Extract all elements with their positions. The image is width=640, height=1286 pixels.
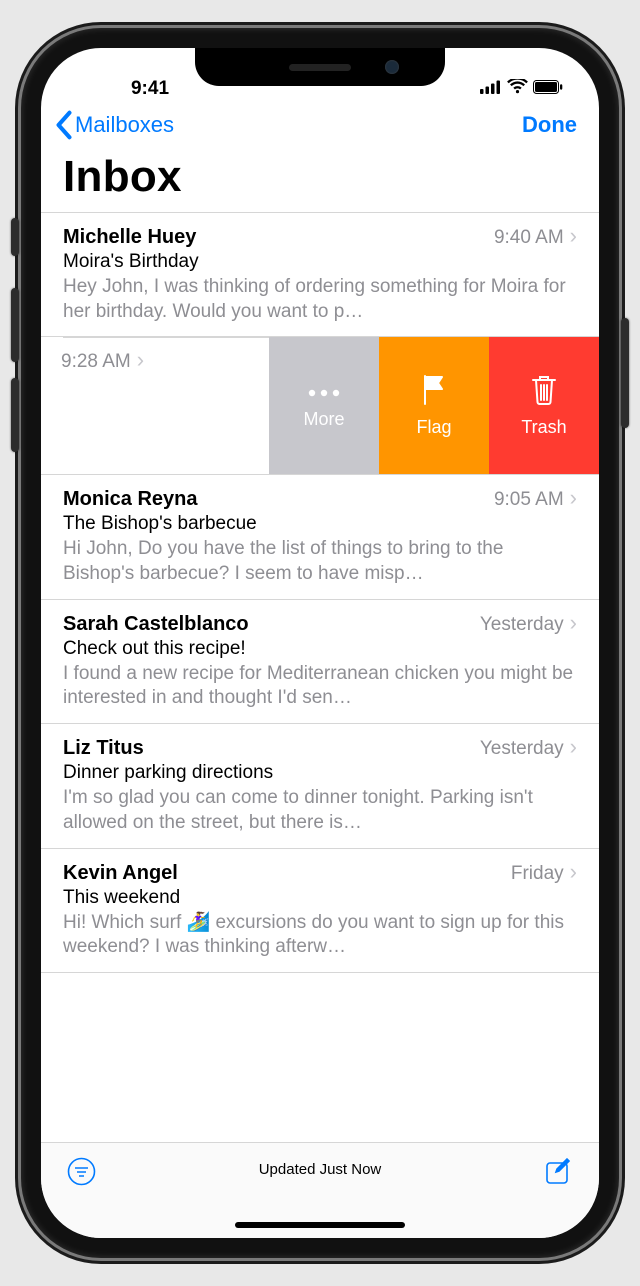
- message-time: 9:05 AM: [494, 489, 564, 511]
- chevron-right-icon: ›: [570, 610, 577, 636]
- chevron-right-icon: ›: [137, 347, 144, 373]
- message-list[interactable]: Michelle Huey 9:40 AM › Moira's Birthday…: [41, 212, 599, 973]
- swipe-trash-button[interactable]: Trash: [489, 337, 599, 474]
- sender-name: Sarah Castelblanco: [63, 613, 480, 636]
- ellipsis-icon: [307, 382, 341, 403]
- chevron-left-icon: [55, 110, 73, 140]
- message-time: 9:40 AM: [494, 227, 564, 249]
- message-time: Friday: [511, 863, 564, 885]
- message-preview: Hi! Which surf 🏄‍♀️ excursions do you wa…: [63, 911, 577, 960]
- swipe-more-button[interactable]: More: [269, 337, 379, 474]
- notch: [195, 48, 445, 86]
- message-time: Yesterday: [480, 738, 564, 760]
- home-indicator[interactable]: [235, 1222, 405, 1228]
- swipe-action-label: Trash: [521, 417, 566, 438]
- flag-icon: [420, 374, 448, 411]
- phone-frame: 9:41 Mailboxes Done Inbox: [21, 28, 619, 1258]
- sender-name: Liz Titus: [63, 737, 480, 760]
- message-subject: Moira's Birthday: [63, 251, 577, 273]
- done-button[interactable]: Done: [522, 112, 577, 138]
- status-time: 9:41: [85, 78, 215, 100]
- message-subject: This weekend: [63, 887, 577, 909]
- message-row[interactable]: Liz Titus Yesterday › Dinner parking dir…: [41, 724, 599, 848]
- message-preview: Hi John, Do you have the list of things …: [63, 537, 577, 586]
- chevron-right-icon: ›: [570, 223, 577, 249]
- mute-switch[interactable]: [11, 218, 19, 256]
- message-row[interactable]: Michelle Huey 9:40 AM › Moira's Birthday…: [41, 213, 599, 337]
- chevron-right-icon: ›: [570, 734, 577, 760]
- message-time: Yesterday: [480, 614, 564, 636]
- chevron-right-icon: ›: [570, 859, 577, 885]
- trash-icon: [531, 374, 557, 411]
- message-preview: gether for game idering if you're fr…: [41, 403, 271, 452]
- nav-bar: Mailboxes Done: [41, 100, 599, 148]
- swipe-action-label: Flag: [416, 417, 451, 438]
- message-time: 9:28 AM: [61, 351, 131, 373]
- volume-down-button[interactable]: [11, 378, 19, 452]
- bottom-toolbar: Updated Just Now: [41, 1142, 599, 1238]
- battery-icon: [533, 78, 563, 100]
- message-row-swiped[interactable]: 9:28 AM › gether for game idering if you…: [41, 337, 599, 475]
- power-button[interactable]: [621, 318, 629, 428]
- swipe-actions: More Flag Trash: [269, 337, 599, 474]
- message-subject: The Bishop's barbecue: [63, 513, 577, 535]
- back-button[interactable]: Mailboxes: [55, 110, 174, 140]
- swipe-action-label: More: [303, 409, 344, 430]
- cellular-icon: [480, 78, 502, 100]
- sender-name: Monica Reyna: [63, 488, 494, 511]
- message-subject: Check out this recipe!: [63, 638, 577, 660]
- message-preview: I'm so glad you can come to dinner tonig…: [63, 786, 577, 835]
- screen: 9:41 Mailboxes Done Inbox: [41, 48, 599, 1238]
- chevron-right-icon: ›: [570, 485, 577, 511]
- message-preview: Hey John, I was thinking of ordering som…: [63, 275, 577, 324]
- message-row[interactable]: Monica Reyna 9:05 AM › The Bishop's barb…: [41, 475, 599, 599]
- volume-up-button[interactable]: [11, 288, 19, 362]
- message-row[interactable]: Kevin Angel Friday › This weekend Hi! Wh…: [41, 849, 599, 973]
- toolbar-status: Updated Just Now: [41, 1161, 599, 1178]
- front-camera: [385, 60, 399, 74]
- sender-name: Kevin Angel: [63, 862, 511, 885]
- message-preview: I found a new recipe for Mediterranean c…: [63, 662, 577, 711]
- swipe-flag-button[interactable]: Flag: [379, 337, 489, 474]
- wifi-icon: [507, 78, 528, 100]
- message-subject: Dinner parking directions: [63, 762, 577, 784]
- sender-name: Michelle Huey: [63, 226, 494, 249]
- page-title: Inbox: [41, 148, 599, 212]
- message-row[interactable]: Sarah Castelblanco Yesterday › Check out…: [41, 600, 599, 724]
- speaker-grille: [289, 64, 351, 71]
- back-label: Mailboxes: [75, 112, 174, 138]
